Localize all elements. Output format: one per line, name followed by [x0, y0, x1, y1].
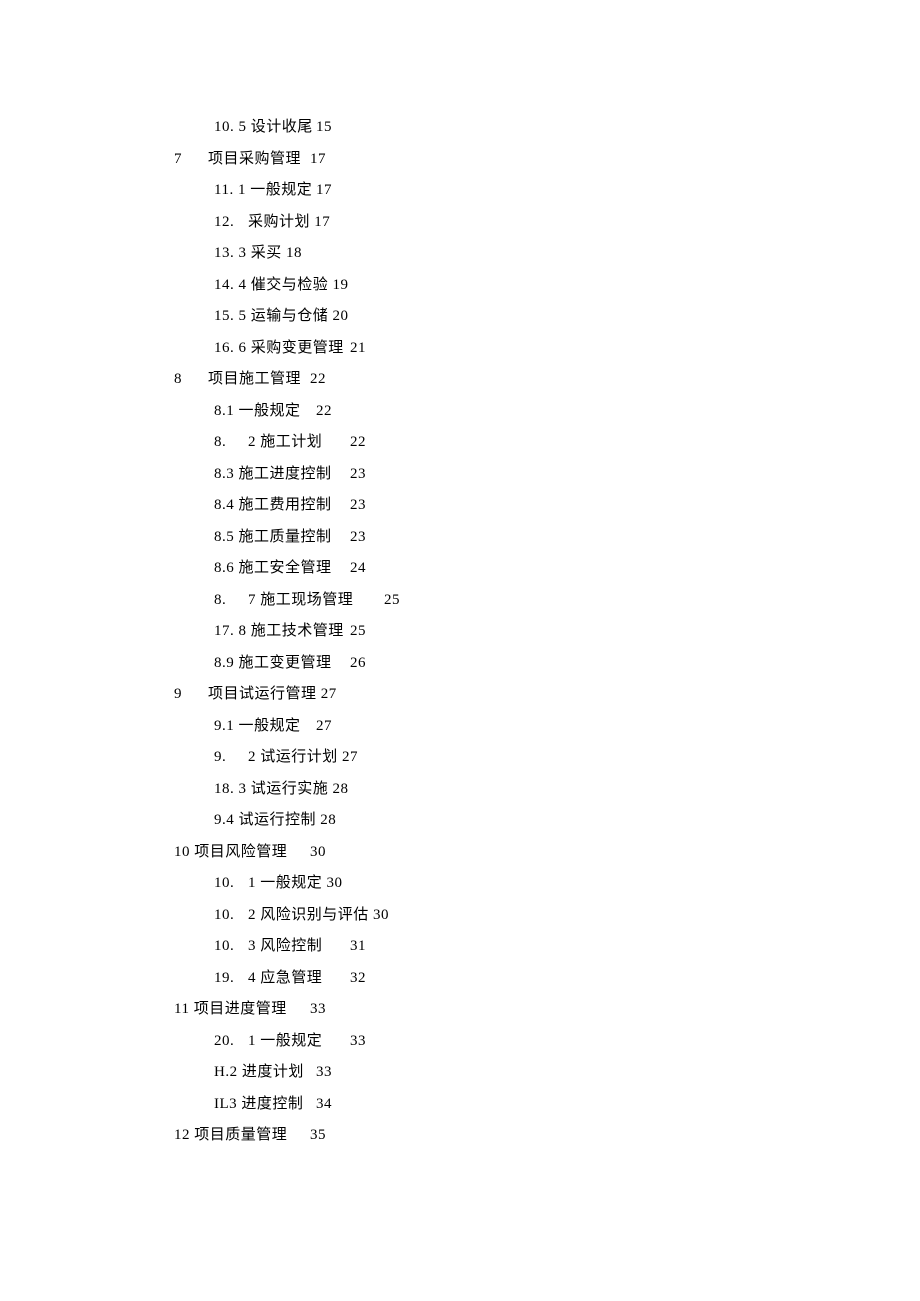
toc-entry: 10. 1 一般规定 30: [174, 868, 734, 900]
toc-entry: 19. 4 应急管理 32: [174, 963, 734, 995]
toc-entry: 11 项目进度管理 33: [174, 994, 734, 1026]
toc-entry: 10 项目风险管理 30: [174, 837, 734, 869]
toc-entry: 9. 2 试运行计划 27: [174, 742, 734, 774]
toc-entry: 9.1 一般规定 27: [174, 711, 734, 743]
toc-entry: 16. 6 采购变更管理 21: [174, 333, 734, 365]
toc-entry: H.2 进度计划 33: [174, 1057, 734, 1089]
toc-entry: IL3 进度控制 34: [174, 1089, 734, 1121]
toc-entry: 13. 3 采买 18: [174, 238, 734, 270]
toc-entry: 10. 5 设计收尾 15: [174, 112, 734, 144]
toc-entry: 7 项目采购管理 17: [174, 144, 734, 176]
toc-entry: 8. 2 施工计划 22: [174, 427, 734, 459]
toc-entry: 8.5 施工质量控制 23: [174, 522, 734, 554]
toc-entry: 9 项目试运行管理 27: [174, 679, 734, 711]
toc-entry: 20. 1 一般规定 33: [174, 1026, 734, 1058]
toc-entry: 8. 7 施工现场管理 25: [174, 585, 734, 617]
toc-entry: 12 项目质量管理 35: [174, 1120, 734, 1152]
toc-entry: 11. 1 一般规定 17: [174, 175, 734, 207]
toc-entry: 8 项目施工管理 22: [174, 364, 734, 396]
toc-entry: 8.9 施工变更管理 26: [174, 648, 734, 680]
toc-entry: 17. 8 施工技术管理 25: [174, 616, 734, 648]
toc-entry: 12. 采购计划 17: [174, 207, 734, 239]
toc-entry: 8.6 施工安全管理 24: [174, 553, 734, 585]
toc-entry: 8.4 施工费用控制 23: [174, 490, 734, 522]
toc-entry: 18. 3 试运行实施 28: [174, 774, 734, 806]
toc-entry: 14. 4 催交与检验 19: [174, 270, 734, 302]
toc-entry: 10. 2 风险识别与评估 30: [174, 900, 734, 932]
toc-entry: 8.3 施工进度控制 23: [174, 459, 734, 491]
document-page: 10. 5 设计收尾 157 项目采购管理 1711. 1 一般规定 1712.…: [0, 0, 920, 1301]
toc-entry: 15. 5 运输与仓储 20: [174, 301, 734, 333]
toc-entry: 9.4 试运行控制 28: [174, 805, 734, 837]
table-of-contents: 10. 5 设计收尾 157 项目采购管理 1711. 1 一般规定 1712.…: [174, 112, 734, 1152]
toc-entry: 10. 3 风险控制 31: [174, 931, 734, 963]
toc-entry: 8.1 一般规定 22: [174, 396, 734, 428]
